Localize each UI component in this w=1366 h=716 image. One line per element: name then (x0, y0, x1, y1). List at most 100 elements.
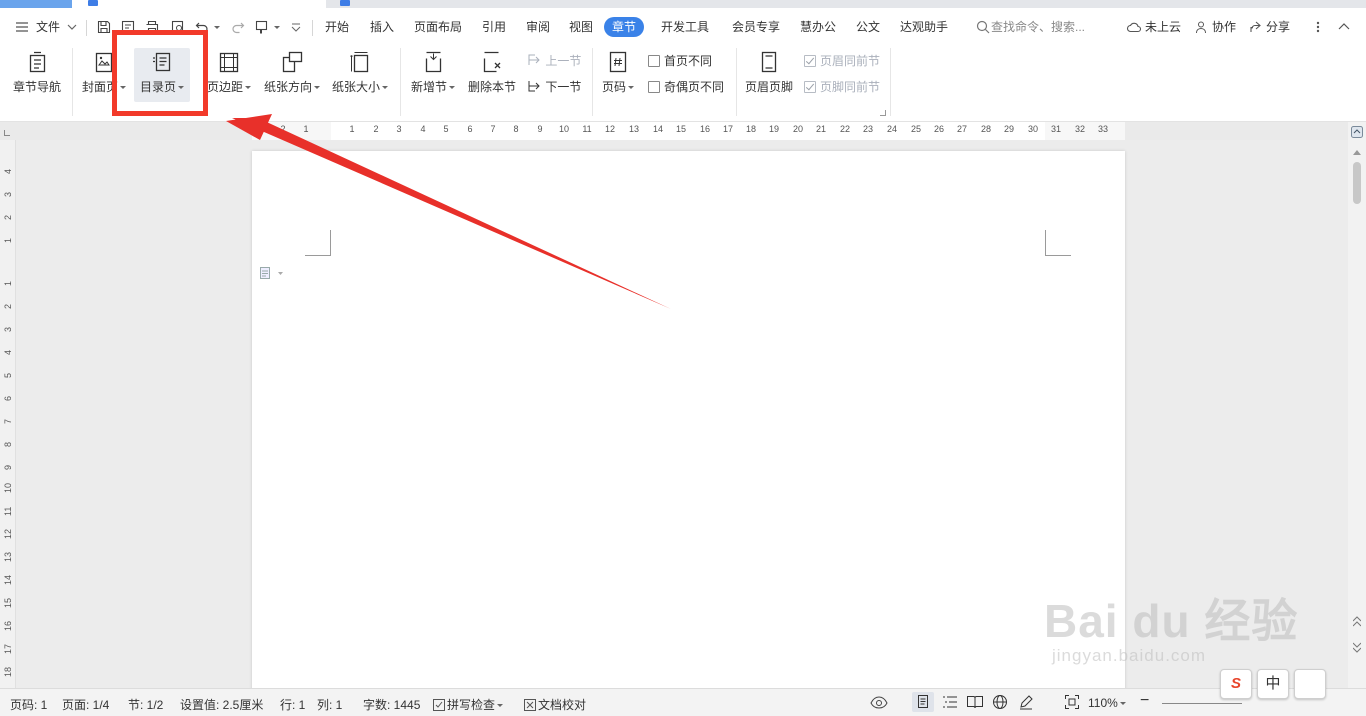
tab-developer[interactable]: 开发工具 (661, 18, 709, 36)
customize-toolbar-icon[interactable] (290, 19, 302, 35)
fit-page-icon[interactable] (1064, 694, 1080, 713)
document-page[interactable] (252, 151, 1125, 688)
cover-page-button[interactable]: 封面页 (78, 48, 130, 102)
tab-section[interactable]: 章节 (604, 17, 645, 37)
tab-page-layout[interactable]: 页面布局 (414, 18, 462, 36)
ruler-tick-label: 5 (443, 124, 449, 134)
print-icon[interactable] (144, 19, 160, 35)
scroll-previous-page-icon[interactable] (1352, 616, 1362, 631)
scrollbar-thumb[interactable] (1353, 162, 1361, 204)
ime-language-toggle[interactable]: 中 (1257, 669, 1289, 699)
page-size-button[interactable]: 纸张大小 (328, 48, 392, 102)
tab-references[interactable]: 引用 (482, 18, 506, 36)
tab-member[interactable]: 会员专享 (732, 18, 780, 36)
page-view-icon[interactable] (912, 692, 934, 712)
zoom-slider[interactable] (1162, 703, 1242, 704)
night-mode-icon[interactable] (1294, 669, 1326, 699)
print-preview-icon[interactable] (170, 19, 186, 35)
odd-even-different-label: 奇偶页不同 (664, 80, 725, 94)
setting-value-status[interactable]: 设置值: 2.5厘米 (180, 696, 263, 713)
chevron-down-icon[interactable] (64, 19, 80, 35)
ruler-tick-label: 11 (582, 124, 592, 134)
vertical-ruler[interactable]: 4 3 2 1 1 2 3 4 5 6 7 8 9 10 11 12 13 14 15 16 17 18 (0, 140, 16, 688)
tab-stop-selector-icon[interactable] (4, 130, 10, 136)
scroll-up-icon[interactable] (1353, 144, 1361, 158)
format-painter-icon[interactable] (254, 19, 270, 35)
file-menu[interactable]: 文件 (36, 18, 60, 36)
tab-view[interactable]: 视图 (569, 18, 593, 36)
scroll-next-page-icon[interactable] (1352, 642, 1362, 657)
redo-icon[interactable] (230, 19, 246, 35)
ruler-tick-label: 12 (604, 124, 616, 134)
page-margin-label: 页边距 (206, 80, 243, 94)
ruler-tick-label: 11 (3, 506, 13, 516)
tab-official-doc[interactable]: 公文 (856, 18, 880, 36)
header-footer-button[interactable]: 页眉页脚 (742, 48, 796, 102)
zoom-out-button[interactable]: − (1140, 692, 1149, 710)
ruler-tick-label: 22 (839, 124, 851, 134)
prev-section-label: 上一节 (545, 54, 582, 68)
delete-section-button[interactable]: 删除本节 (464, 48, 520, 102)
share-button[interactable]: 分享 (1266, 18, 1290, 36)
odd-even-different-checkbox[interactable]: 奇偶页不同 (648, 78, 724, 96)
header-same-as-previous-checkbox[interactable]: 页眉同前节 (804, 52, 880, 70)
outline-view-icon[interactable] (942, 695, 958, 712)
next-section-button[interactable]: 下一节 (526, 78, 581, 96)
ruler-tick-label: 7 (3, 418, 13, 424)
undo-icon[interactable] (194, 19, 210, 35)
tab-smart-office[interactable]: 慧办公 (800, 18, 836, 36)
more-options-icon[interactable] (1310, 19, 1326, 35)
toc-page-button[interactable]: 目录页 (134, 48, 190, 102)
row-status[interactable]: 行: 1 (280, 696, 305, 713)
eye-protection-icon[interactable] (870, 694, 888, 713)
page-orientation-button[interactable]: 纸张方向 (260, 48, 324, 102)
prev-section-button[interactable]: 上一节 (526, 52, 581, 70)
word-count-status[interactable]: 字数: 1445 (363, 696, 420, 713)
first-page-different-checkbox[interactable]: 首页不同 (648, 52, 712, 70)
page-number-button[interactable]: 页码 (598, 48, 638, 102)
spell-check-button[interactable]: 拼写检查 (433, 696, 504, 713)
page-orientation-label: 纸张方向 (263, 80, 312, 94)
save-icon[interactable] (96, 19, 112, 35)
horizontal-ruler[interactable]: 2 1 1 2 3 4 5 6 7 8 9 10 11 12 13 14 15 16 17 18 19 20 21 22 23 2… (0, 122, 1348, 140)
next-section-label: 下一节 (545, 80, 582, 94)
zoom-level[interactable]: 110% (1088, 696, 1126, 710)
home-tab[interactable] (0, 0, 72, 8)
web-view-icon[interactable] (992, 694, 1008, 713)
export-pdf-icon[interactable] (120, 19, 136, 35)
collapse-ribbon-icon[interactable] (1336, 19, 1352, 35)
cloud-status[interactable]: 未上云 (1145, 18, 1181, 36)
ruler-tick-label: 3 (396, 124, 402, 134)
tab-assistant[interactable]: 达观助手 (900, 18, 948, 36)
toc-page-label: 目录页 (139, 80, 176, 94)
page-code-status[interactable]: 页码: 1 (10, 696, 47, 713)
undo-dropdown-icon[interactable] (212, 19, 222, 35)
column-status[interactable]: 列: 1 (317, 696, 342, 713)
paragraph-layout-icon[interactable] (259, 267, 287, 282)
section-status[interactable]: 节: 1/2 (128, 696, 163, 713)
write-mode-icon[interactable] (1018, 694, 1034, 713)
dialog-launcher-icon[interactable] (880, 110, 886, 116)
command-search-input[interactable]: 查找命令、搜索... (991, 18, 1085, 36)
hamburger-menu-icon[interactable] (14, 19, 30, 35)
ruler-tick-label: 31 (1050, 124, 1062, 134)
page-status[interactable]: 页面: 1/4 (62, 696, 109, 713)
chapter-nav-button[interactable]: 章节导航 (8, 48, 66, 102)
collaborate-button[interactable]: 协作 (1212, 18, 1236, 36)
scroll-top-icon[interactable] (1351, 126, 1363, 141)
document-canvas[interactable] (16, 140, 1348, 688)
footer-same-as-previous-checkbox[interactable]: 页脚同前节 (804, 78, 880, 96)
paste-dropdown-icon[interactable] (272, 19, 282, 35)
ruler-tick-label: 27 (956, 124, 968, 134)
ime-logo-icon[interactable]: S (1220, 669, 1252, 699)
first-page-different-label: 首页不同 (664, 54, 713, 68)
doc-proofread-button[interactable]: 文档校对 (524, 696, 586, 713)
new-section-button[interactable]: 新增节 (406, 48, 460, 102)
vertical-scrollbar[interactable] (1348, 122, 1366, 688)
tab-start[interactable]: 开始 (325, 18, 349, 36)
tab-insert[interactable]: 插入 (370, 18, 394, 36)
reading-view-icon[interactable] (966, 694, 984, 713)
page-margin-button[interactable]: 页边距 (202, 48, 256, 102)
tab-review[interactable]: 审阅 (526, 18, 550, 36)
active-document-tab[interactable] (72, 0, 326, 8)
